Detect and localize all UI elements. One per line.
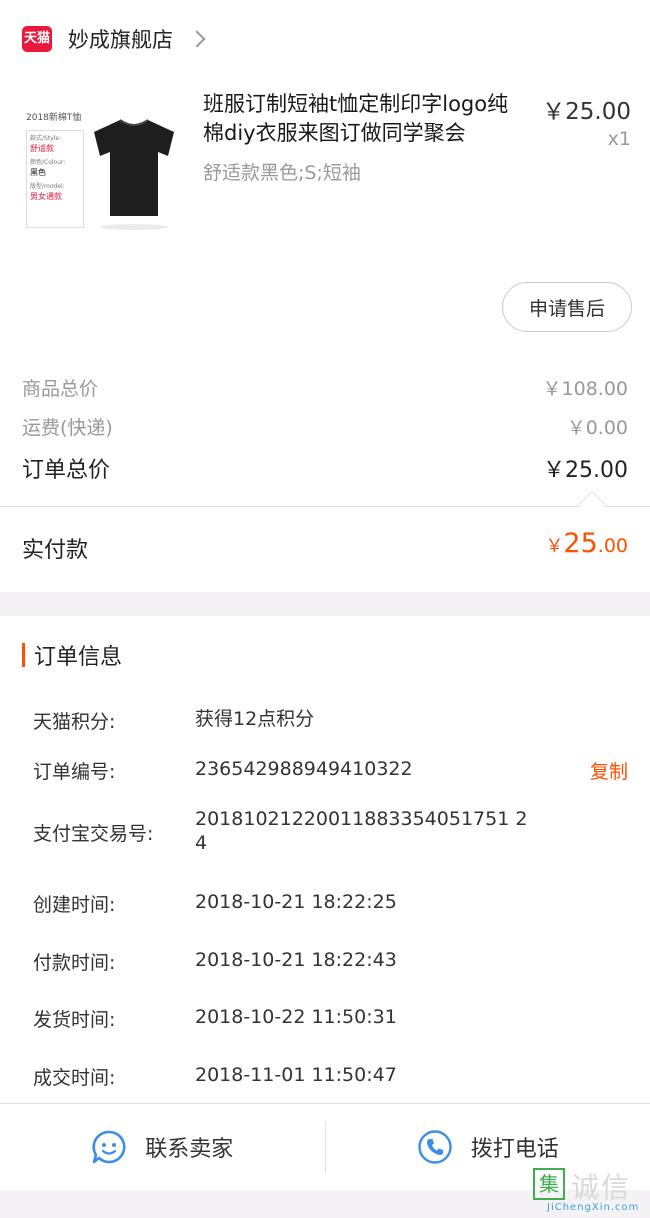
info-value: 236542988949410322 [195, 758, 413, 780]
info-key: 天猫积分: [33, 711, 116, 733]
thumbnail-detail-card: 款式/Style: 舒适款 颜色/Colour: 黑色 版型/model: 男女… [26, 130, 84, 228]
notch-indicator [577, 490, 607, 520]
tshirt-image [94, 119, 174, 216]
goods-total-row: 商品总价 ￥108.00 [22, 374, 628, 401]
order-total-value: ￥25.00 [543, 458, 628, 483]
product-thumbnail[interactable]: 2018新棉T恤 款式/Style: 舒适款 颜色/Colour: 黑色 版型/… [22, 100, 182, 234]
thumbnail-detail-value: 男女通款 [30, 192, 62, 201]
heading-accent-bar [22, 643, 25, 667]
order-info-heading: 订单信息 [22, 640, 122, 670]
product-price: ￥25.00 [542, 99, 631, 125]
shop-header[interactable]: 天猫 妙成旗舰店 [0, 0, 650, 78]
thumbnail-title: 2018新棉T恤 [26, 113, 82, 123]
info-value: 2018-10-22 11:50:31 [195, 1006, 397, 1028]
order-total-row: 订单总价 ￥25.00 [22, 452, 628, 484]
shipping-label: 运费(快递) [22, 417, 113, 439]
product-spec: 舒适款黑色;S;短袖 [203, 162, 361, 184]
paid-currency: ￥ [545, 536, 564, 557]
info-key: 创建时间: [33, 894, 116, 916]
paid-decimal: .00 [597, 535, 628, 557]
apply-aftersale-button[interactable]: 申请售后 [502, 282, 632, 332]
shipping-value: ￥0.00 [566, 417, 628, 439]
info-key: 成交时间: [33, 1067, 116, 1089]
info-key: 付款时间: [33, 952, 116, 974]
chat-bubble-icon [92, 1130, 126, 1164]
watermark-logo: 集 [533, 1168, 565, 1200]
info-value: 2018-11-01 11:50:47 [195, 1064, 397, 1086]
product-quantity: x1 [607, 128, 631, 150]
phone-icon [418, 1130, 452, 1164]
info-value: 获得12点积分 [195, 708, 315, 730]
goods-total-value: ￥108.00 [542, 378, 628, 400]
paid-integer: 25 [563, 528, 598, 559]
contact-seller-label: 联系卖家 [145, 1137, 234, 1162]
contact-seller-button[interactable]: 联系卖家 [0, 1104, 325, 1190]
watermark-text: 诚信 [571, 1171, 632, 1204]
copy-button[interactable]: 复制 [590, 757, 628, 784]
thumbnail-detail-key: 版型/model: [30, 183, 65, 190]
order-total-label: 订单总价 [22, 458, 111, 483]
shop-name[interactable]: 妙成旗舰店 [68, 24, 173, 54]
info-key: 发货时间: [33, 1009, 116, 1031]
watermark: 集 诚信 JiChengXin.com [533, 1166, 650, 1218]
divider [0, 506, 650, 507]
tmall-logo-icon: 天猫 [22, 26, 52, 52]
paid-amount: ￥25.00 [545, 528, 628, 559]
product-title[interactable]: 班服订制短袖t恤定制印字logo纯棉diy衣服来图订做同学聚会 [203, 90, 521, 148]
paid-label: 实付款 [22, 538, 89, 563]
info-key: 支付宝交易号: [33, 823, 154, 845]
info-value: 2018-10-21 18:22:43 [195, 949, 397, 971]
thumbnail-detail-value: 舒适款 [30, 144, 54, 153]
info-value: 2018-10-21 18:22:25 [195, 891, 397, 913]
section-separator [0, 592, 650, 616]
thumbnail-detail-key: 颜色/Colour: [30, 159, 66, 166]
info-key: 订单编号: [33, 761, 116, 783]
thumbnail-detail-key: 款式/Style: [30, 135, 62, 142]
watermark-url: JiChengXin.com [547, 1202, 640, 1213]
thumbnail-detail-value: 黑色 [30, 168, 46, 177]
call-phone-label: 拨打电话 [470, 1137, 559, 1162]
info-value: 20181021220011883354051751 24 [195, 808, 528, 854]
shipping-row: 运费(快递) ￥0.00 [22, 413, 628, 440]
goods-total-label: 商品总价 [22, 378, 99, 400]
chevron-right-icon[interactable] [188, 30, 206, 48]
tshirt-shadow [100, 224, 168, 230]
order-info-title: 订单信息 [34, 645, 123, 670]
